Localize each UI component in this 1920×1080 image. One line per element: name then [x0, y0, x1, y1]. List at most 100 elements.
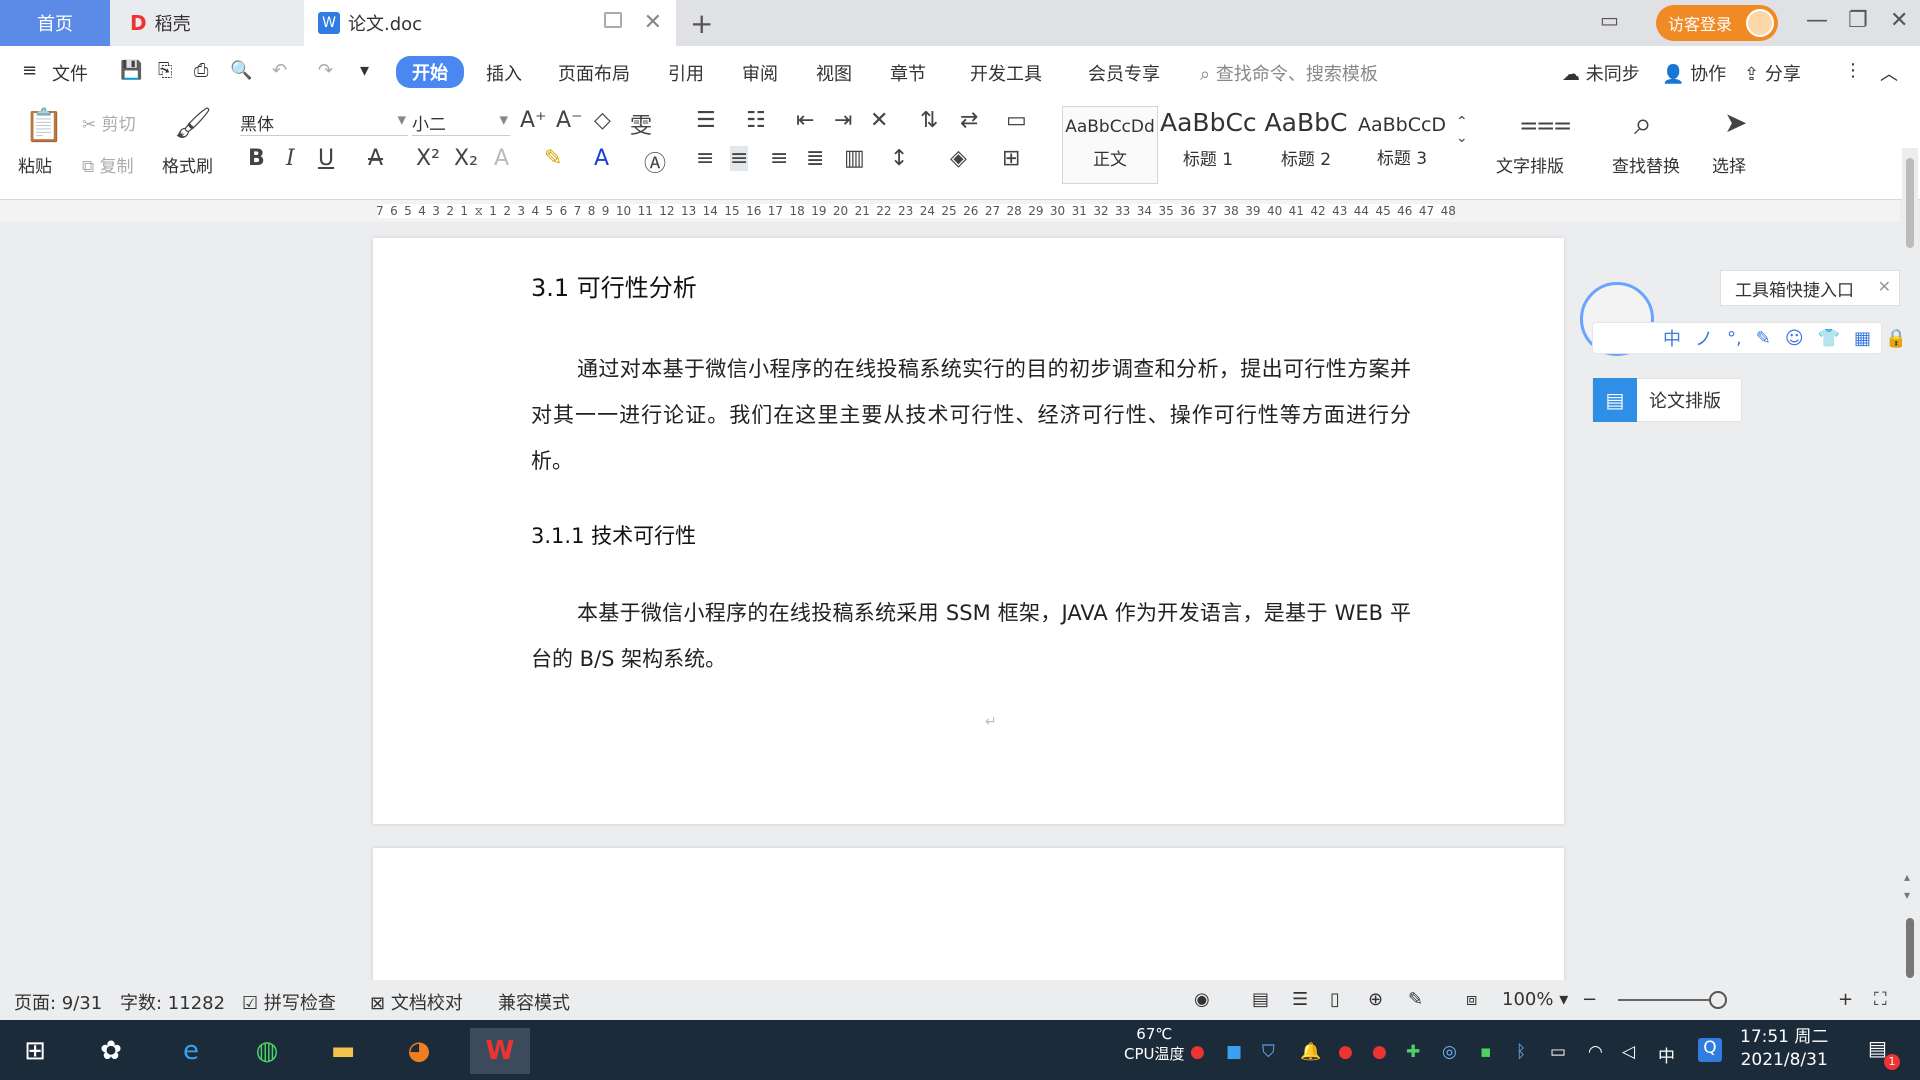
scrollbar-thumb-lower[interactable]: [1906, 918, 1914, 978]
collab-button[interactable]: 👤 协作: [1662, 60, 1726, 86]
bluetooth-icon[interactable]: ᛒ: [1516, 1042, 1526, 1062]
fullscreen-icon[interactable]: ⛶: [1874, 989, 1887, 1010]
paste-button[interactable]: 粘贴: [18, 152, 52, 177]
sort-icon[interactable]: ⇅: [920, 108, 938, 133]
line-spacing-icon[interactable]: ↕: [890, 146, 908, 171]
bell-icon[interactable]: 🔔: [1300, 1042, 1321, 1062]
paste-icon[interactable]: 📋: [24, 106, 64, 144]
justify-icon[interactable]: ≣: [806, 146, 824, 171]
reading-view-icon[interactable]: ▯: [1330, 989, 1340, 1010]
paper-layout-button[interactable]: ▤ 论文排版: [1592, 378, 1742, 422]
paragraph-technical[interactable]: 本基于微信小程序的在线投稿系统采用 SSM 框架，JAVA 作为开发语言，是基于…: [531, 590, 1411, 682]
heading-technical-feasibility[interactable]: 3.1.1 技术可行性: [531, 520, 696, 550]
menu-start[interactable]: 开始: [396, 56, 464, 88]
page-nav-icon[interactable]: ▴ ▾: [1904, 868, 1910, 904]
heading-feasibility[interactable]: 3.1 可行性分析: [531, 268, 697, 303]
collapse-ribbon-icon[interactable]: ︿: [1880, 60, 1898, 86]
eye-protection-icon[interactable]: ◉: [1194, 989, 1210, 1010]
style-normal[interactable]: AaBbCcDd 正文: [1062, 106, 1158, 184]
font-color-icon[interactable]: A: [594, 146, 609, 171]
menu-references[interactable]: 引用: [668, 60, 704, 86]
minimize-icon[interactable]: —: [1806, 8, 1828, 33]
app-icon-orange[interactable]: ◕: [396, 1028, 442, 1074]
menu-file[interactable]: 文件: [52, 60, 88, 86]
menu-page-layout[interactable]: 页面布局: [558, 60, 630, 86]
menu-view[interactable]: 视图: [816, 60, 852, 86]
word-count[interactable]: 字数: 11282: [120, 989, 225, 1015]
page-view-icon[interactable]: ▤: [1252, 989, 1269, 1010]
styles-scroll-icon[interactable]: ⌃ ⌄: [1456, 114, 1468, 146]
decrease-font-icon[interactable]: A⁻: [556, 108, 583, 133]
volume-icon[interactable]: ◁: [1622, 1042, 1635, 1062]
ie-browser-icon[interactable]: e: [168, 1028, 214, 1074]
search-command[interactable]: ⌕ 查找命令、搜索模板: [1200, 60, 1378, 86]
tab-document[interactable]: W 论文.doc ✕: [304, 0, 676, 46]
shield-icon[interactable]: ⛉: [1262, 1042, 1275, 1062]
ime-grid-icon[interactable]: ▦: [1854, 328, 1871, 349]
page-indicator[interactable]: 页面: 9/31: [14, 989, 102, 1015]
write-mode-icon[interactable]: ✎: [1408, 989, 1423, 1010]
ruler-toggle-icon[interactable]: ▭: [1006, 108, 1027, 133]
increase-indent-icon[interactable]: ⇥: [834, 108, 852, 133]
more-icon[interactable]: ⋮: [1844, 60, 1862, 81]
tab-daoke[interactable]: D 稻壳: [110, 0, 304, 46]
horizontal-ruler[interactable]: 7 6 5 4 3 2 1 ⧖ 1 2 3 4 5 6 7 8 9 10 11 12 13 14 15 16 17 18 19 20 2…: [0, 200, 1900, 222]
fit-page-icon[interactable]: ⧈: [1466, 989, 1477, 1010]
paragraph-direction-icon[interactable]: ⇄: [960, 108, 978, 133]
style-heading-2[interactable]: AaBbC 标题 2: [1258, 106, 1354, 184]
notification-center-icon[interactable]: ▤: [1868, 1036, 1887, 1060]
chinese-layout-icon[interactable]: ✕: [870, 108, 888, 133]
ime-tool-icon[interactable]: ✎: [1756, 328, 1771, 349]
distributed-icon[interactable]: ▥: [844, 146, 865, 171]
undo-icon[interactable]: ↶: [272, 60, 287, 81]
restore-icon[interactable]: ❐: [1848, 8, 1868, 33]
window-mode-icon[interactable]: [604, 12, 622, 28]
subscript-icon[interactable]: X₂: [454, 146, 478, 171]
vertical-scrollbar[interactable]: ▴ ▾: [1902, 148, 1918, 1028]
tray-app-icon[interactable]: ●: [1338, 1042, 1353, 1062]
cpu-temp-widget[interactable]: 67℃ CPU温度: [1124, 1024, 1185, 1064]
system-clock[interactable]: 17:51 周二 2021/8/31: [1740, 1026, 1828, 1072]
qq-icon[interactable]: Q: [1698, 1038, 1722, 1062]
tab-home[interactable]: 首页: [0, 0, 110, 46]
select-cursor-icon[interactable]: ➤: [1724, 106, 1747, 139]
phonetic-icon[interactable]: 雯: [630, 108, 652, 140]
zoom-slider-handle[interactable]: [1709, 991, 1727, 1009]
tray-app-icon[interactable]: ▪: [1480, 1042, 1492, 1062]
align-left-icon[interactable]: ≡: [696, 146, 714, 171]
layout-icon[interactable]: ▭: [1600, 8, 1619, 32]
zoom-out-icon[interactable]: −: [1582, 989, 1597, 1010]
menu-insert[interactable]: 插入: [486, 60, 522, 86]
text-layout-icon[interactable]: ⩶: [1520, 106, 1571, 141]
menu-review[interactable]: 审阅: [742, 60, 778, 86]
toolbox-shortcut[interactable]: 工具箱快捷入口 ✕: [1720, 270, 1900, 306]
text-layout-button[interactable]: 文字排版: [1496, 152, 1564, 177]
redo-icon[interactable]: ↷: [318, 60, 333, 81]
numbered-list-icon[interactable]: ☷: [746, 108, 766, 133]
document-page[interactable]: 3.1 可行性分析 通过对本基于微信小程序的在线投稿系统实行的目的初步调查和分析…: [373, 238, 1564, 824]
quick-access-dropdown-icon[interactable]: ▾: [360, 60, 369, 81]
format-painter-button[interactable]: 格式刷: [162, 152, 213, 177]
ime-emoji-icon[interactable]: ☺: [1785, 328, 1804, 349]
proofread-button[interactable]: ⊠ 文档校对: [370, 989, 463, 1015]
outline-view-icon[interactable]: ☰: [1292, 989, 1308, 1010]
hamburger-menu-icon[interactable]: ≡: [22, 60, 37, 81]
find-replace-icon[interactable]: ⌕: [1634, 104, 1652, 143]
menu-developer[interactable]: 开发工具: [970, 60, 1042, 86]
sync-status[interactable]: ☁ 未同步: [1562, 60, 1640, 86]
ime-skin-icon[interactable]: 👕: [1818, 328, 1840, 349]
print-preview-icon[interactable]: 🔍: [230, 60, 252, 81]
align-center-icon[interactable]: ≡: [730, 146, 749, 171]
tray-app-icon[interactable]: ●: [1190, 1042, 1205, 1062]
save-icon[interactable]: 💾: [120, 60, 142, 81]
tray-app-icon[interactable]: ◎: [1442, 1042, 1457, 1062]
ime-moon-icon[interactable]: ノ: [1695, 325, 1713, 351]
input-method-indicator[interactable]: 中: [1658, 1042, 1675, 1067]
tray-network-app-icon[interactable]: ■: [1226, 1042, 1242, 1062]
scrollbar-thumb[interactable]: [1906, 158, 1914, 248]
text-effect-icon[interactable]: A: [494, 146, 509, 171]
font-size-select[interactable]: 小二 ▾: [412, 110, 510, 136]
char-border-icon[interactable]: Ⓐ: [644, 146, 666, 178]
close-window-icon[interactable]: ✕: [1890, 8, 1908, 33]
tray-app-icon[interactable]: ✚: [1406, 1042, 1420, 1062]
